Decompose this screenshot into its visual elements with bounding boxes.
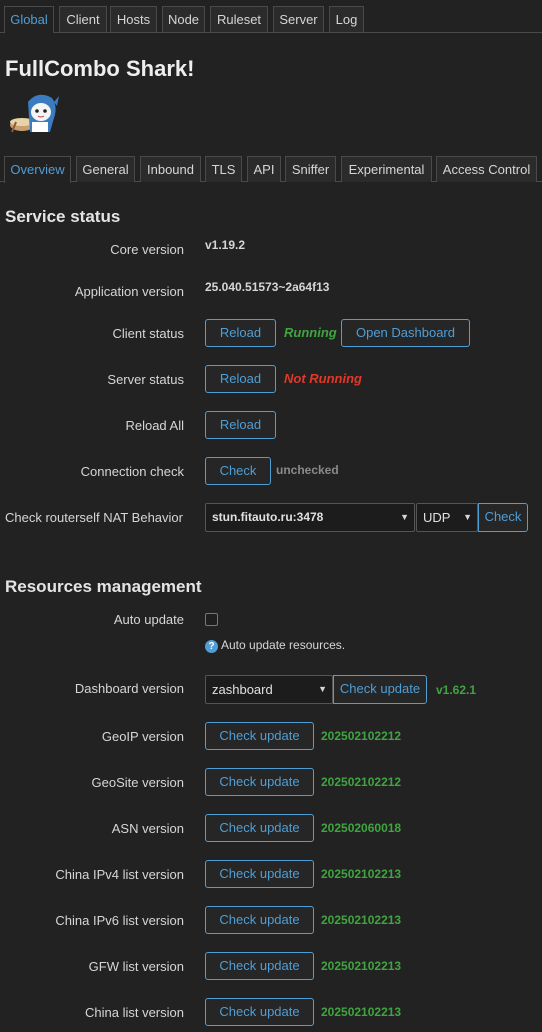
tab-sniffer[interactable]: Sniffer (285, 156, 336, 182)
question-icon: ? (205, 640, 218, 653)
tab-node[interactable]: Node (162, 6, 205, 32)
reload-all-label: Reload All (125, 418, 184, 433)
dashboard-check-update-button[interactable]: Check update (333, 675, 427, 704)
reload-all-button[interactable]: Reload (205, 411, 276, 439)
china-list-label: China list version (85, 1005, 184, 1020)
chevron-down-icon: ▼ (463, 512, 472, 522)
gfw-list-version: 202502102213 (321, 959, 402, 973)
top-tab-bar: Global Client Hosts Node Ruleset Server … (0, 6, 542, 33)
connection-check-label: Connection check (80, 464, 184, 479)
gfw-list-label: GFW list version (88, 959, 184, 974)
china-ipv4-label: China IPv4 list version (55, 867, 184, 882)
client-status-label: Client status (112, 326, 184, 341)
gfw-list-check-update-button[interactable]: Check update (205, 952, 314, 980)
tab-overview[interactable]: Overview (4, 156, 71, 183)
geosite-check-update-button[interactable]: Check update (205, 768, 314, 796)
resources-heading: Resources management (5, 577, 202, 596)
dashboard-version-label: Dashboard version (74, 681, 184, 696)
auto-update-checkbox[interactable] (205, 613, 218, 626)
tab-inbound[interactable]: Inbound (140, 156, 201, 182)
sub-tab-bar: Overview General Inbound TLS API Sniffer… (0, 156, 542, 183)
china-list-check-update-button[interactable]: Check update (205, 998, 314, 1026)
auto-update-label: Auto update (113, 612, 184, 627)
tab-hosts[interactable]: Hosts (110, 6, 157, 32)
client-reload-button[interactable]: Reload (205, 319, 276, 347)
geoip-label: GeoIP version (101, 729, 184, 744)
auto-update-help-text: Auto update resources. (221, 638, 346, 652)
china-ipv4-check-update-button[interactable]: Check update (205, 860, 314, 888)
tab-global[interactable]: Global (4, 6, 54, 33)
server-status-label: Server status (107, 372, 184, 387)
protocol-select[interactable]: UDP ▼ (416, 503, 478, 532)
service-status-heading: Service status (5, 207, 121, 226)
page-title: FullCombo Shark! (5, 56, 195, 81)
open-dashboard-button[interactable]: Open Dashboard (341, 319, 470, 347)
dashboard-version-value: v1.62.1 (436, 683, 477, 697)
connection-check-button[interactable]: Check (205, 457, 271, 485)
china-ipv6-check-update-button[interactable]: Check update (205, 906, 314, 934)
asn-label: ASN version (111, 821, 184, 836)
tab-experimental[interactable]: Experimental (341, 156, 432, 182)
china-ipv6-label: China IPv6 list version (55, 913, 184, 928)
stun-server-select[interactable]: stun.fitauto.ru:3478 ▼ (205, 503, 415, 532)
core-version-label: Core version (110, 242, 184, 257)
chevron-down-icon: ▼ (400, 512, 409, 522)
asn-version: 202502060018 (321, 821, 402, 835)
shark-mascot-logo (10, 94, 59, 133)
auto-update-help: ? Auto update resources. (205, 638, 345, 653)
geoip-check-update-button[interactable]: Check update (205, 722, 314, 750)
dashboard-select[interactable]: zashboard ▼ (205, 675, 333, 704)
tab-access-control[interactable]: Access Control (436, 156, 537, 182)
stun-server-value: stun.fitauto.ru:3478 (212, 510, 324, 524)
china-list-version: 202502102213 (321, 1005, 402, 1019)
tab-tls[interactable]: TLS (205, 156, 242, 182)
nat-behavior-label: Check routerself NAT Behavior (5, 510, 183, 525)
tab-log[interactable]: Log (329, 6, 364, 32)
tab-server[interactable]: Server (273, 6, 324, 32)
server-not-running-status: Not Running (284, 371, 362, 386)
geosite-version: 202502102212 (321, 775, 402, 789)
tab-client[interactable]: Client (59, 6, 107, 32)
tab-api[interactable]: API (247, 156, 281, 182)
geosite-label: GeoSite version (91, 775, 185, 790)
client-running-status: Running (284, 325, 337, 340)
server-reload-button[interactable]: Reload (205, 365, 276, 393)
app-version-label: Application version (74, 284, 184, 299)
app-version-value: 25.040.51573~2a64f13 (205, 280, 330, 294)
tab-general[interactable]: General (76, 156, 135, 182)
connection-status: unchecked (276, 463, 339, 477)
geoip-version: 202502102212 (321, 729, 402, 743)
nat-check-button[interactable]: Check (478, 503, 528, 532)
tab-ruleset[interactable]: Ruleset (210, 6, 268, 32)
dashboard-select-value: zashboard (212, 682, 273, 697)
chevron-down-icon: ▼ (318, 684, 327, 694)
asn-check-update-button[interactable]: Check update (205, 814, 314, 842)
protocol-value: UDP (423, 510, 451, 525)
china-ipv4-version: 202502102213 (321, 867, 402, 881)
china-ipv6-version: 202502102213 (321, 913, 402, 927)
core-version-value: v1.19.2 (205, 238, 246, 252)
